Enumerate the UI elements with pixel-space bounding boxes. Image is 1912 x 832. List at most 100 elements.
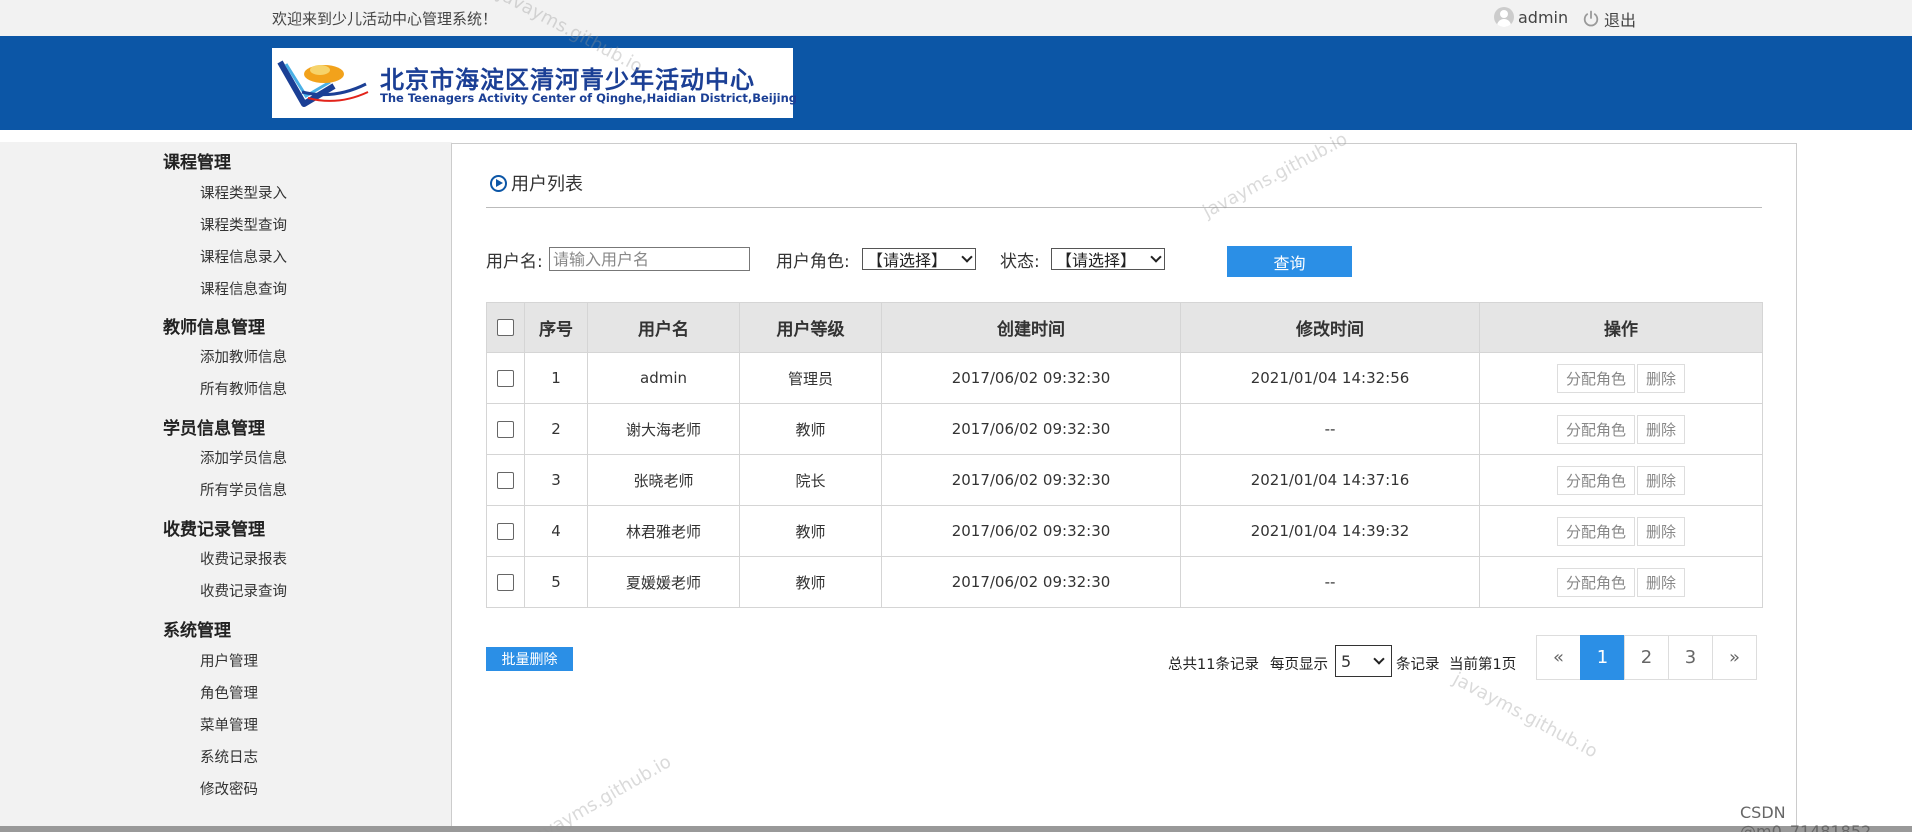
row-modified: -- (1180, 556, 1480, 608)
chevron-down-icon (961, 251, 973, 263)
row-no: 4 (524, 505, 588, 557)
page-button-1[interactable]: 1 (1580, 635, 1625, 680)
select-all-cell (486, 302, 525, 353)
records-suffix: 条记录 (1396, 657, 1440, 673)
row-checkbox[interactable] (497, 421, 514, 438)
table-row: 4 林君雅老师 教师 2017/06/02 09:32:30 2021/01/0… (486, 505, 1763, 557)
sidebar-item-menu-manage[interactable]: 菜单管理 (200, 714, 258, 735)
username-search-input[interactable] (549, 247, 750, 271)
row-actions: 分配角色 删除 (1479, 556, 1763, 608)
column-header-created: 创建时间 (881, 302, 1181, 353)
role-filter-label: 用户角色: (776, 252, 850, 272)
sidebar: 课程管理 课程类型录入 课程类型查询 课程信息录入 课程信息查询 教师信息管理 … (0, 142, 452, 826)
sidebar-item-course-info-add[interactable]: 课程信息录入 (200, 246, 287, 267)
row-created: 2017/06/02 09:32:30 (881, 556, 1181, 608)
row-modified: -- (1180, 403, 1480, 455)
row-checkbox[interactable] (497, 472, 514, 489)
role-select-value: 【请选择】 (867, 251, 948, 270)
row-select-cell (486, 403, 525, 455)
row-checkbox[interactable] (497, 370, 514, 387)
current-user[interactable]: admin (1494, 7, 1568, 27)
delete-button[interactable]: 删除 (1637, 465, 1686, 495)
title-divider (486, 207, 1762, 208)
logout-button[interactable]: 退出 (1582, 7, 1636, 31)
logo-text-cn: 北京市海淀区清河青少年活动中心 (380, 66, 755, 94)
sidebar-item-change-password[interactable]: 修改密码 (200, 778, 258, 799)
sidebar-item-user-manage[interactable]: 用户管理 (200, 650, 258, 671)
row-modified: 2021/01/04 14:32:56 (1180, 352, 1480, 404)
row-level: 院长 (739, 454, 882, 506)
row-modified: 2021/01/04 14:37:16 (1180, 454, 1480, 506)
row-created: 2017/06/02 09:32:30 (881, 403, 1181, 455)
sidebar-group-fee[interactable]: 收费记录管理 (163, 515, 265, 540)
page-button-3[interactable]: 3 (1668, 635, 1713, 680)
row-username: 夏媛媛老师 (587, 556, 740, 608)
row-level: 教师 (739, 505, 882, 557)
row-select-cell (486, 454, 525, 506)
sidebar-group-student[interactable]: 学员信息管理 (163, 414, 265, 439)
delete-button[interactable]: 删除 (1637, 567, 1686, 597)
row-modified: 2021/01/04 14:39:32 (1180, 505, 1480, 557)
page-title-text: 用户列表 (511, 174, 583, 195)
username-filter-label: 用户名: (486, 252, 543, 272)
page-title: 用户列表 (490, 170, 583, 196)
chevron-down-icon (1373, 653, 1385, 665)
sidebar-item-system-log[interactable]: 系统日志 (200, 746, 258, 767)
batch-delete-button[interactable]: 批量删除 (486, 647, 573, 671)
row-checkbox[interactable] (497, 523, 514, 540)
page-button-2[interactable]: 2 (1624, 635, 1669, 680)
logout-label: 退出 (1604, 11, 1637, 30)
sidebar-group-course[interactable]: 课程管理 (163, 148, 231, 173)
assign-role-button[interactable]: 分配角色 (1556, 363, 1635, 393)
select-all-checkbox[interactable] (497, 319, 514, 336)
column-header-modified: 修改时间 (1180, 302, 1480, 353)
row-level: 管理员 (739, 352, 882, 404)
row-no: 3 (524, 454, 588, 506)
delete-button[interactable]: 删除 (1637, 363, 1686, 393)
row-created: 2017/06/02 09:32:30 (881, 454, 1181, 506)
assign-role-button[interactable]: 分配角色 (1556, 516, 1635, 546)
assign-role-button[interactable]: 分配角色 (1556, 567, 1635, 597)
sidebar-item-course-info-query[interactable]: 课程信息查询 (200, 278, 287, 299)
sidebar-item-fee-query[interactable]: 收费记录查询 (200, 580, 287, 601)
assign-role-button[interactable]: 分配角色 (1556, 414, 1635, 444)
row-actions: 分配角色 删除 (1479, 403, 1763, 455)
row-checkbox[interactable] (497, 574, 514, 591)
per-page-label: 每页显示 (1270, 657, 1328, 673)
role-select[interactable]: 【请选择】 (862, 248, 976, 270)
prev-page-button[interactable]: « (1536, 635, 1581, 680)
column-header-actions: 操作 (1479, 302, 1763, 353)
per-page-select[interactable]: 5 (1335, 645, 1392, 677)
sidebar-item-fee-report[interactable]: 收费记录报表 (200, 548, 287, 569)
sidebar-item-student-add[interactable]: 添加学员信息 (200, 447, 287, 468)
sidebar-group-system[interactable]: 系统管理 (163, 616, 231, 641)
next-page-button[interactable]: » (1712, 635, 1757, 680)
row-select-cell (486, 505, 525, 557)
column-header-no: 序号 (524, 302, 588, 353)
sidebar-group-teacher[interactable]: 教师信息管理 (163, 313, 265, 338)
table-row: 2 谢大海老师 教师 2017/06/02 09:32:30 -- 分配角色 删除 (486, 403, 1763, 455)
sidebar-item-course-type-add[interactable]: 课程类型录入 (200, 182, 287, 203)
row-actions: 分配角色 删除 (1479, 454, 1763, 506)
sidebar-item-course-type-query[interactable]: 课程类型查询 (200, 214, 287, 235)
bottom-border (0, 826, 1912, 832)
logo-text-en: The Teenagers Activity Center of Qinghe,… (380, 91, 798, 105)
sidebar-item-teacher-all[interactable]: 所有教师信息 (200, 378, 287, 399)
sidebar-item-teacher-add[interactable]: 添加教师信息 (200, 346, 287, 367)
row-level: 教师 (739, 556, 882, 608)
sidebar-item-student-all[interactable]: 所有学员信息 (200, 479, 287, 500)
user-table: 序号 用户名 用户等级 创建时间 修改时间 操作 1 admin 管理员 201… (486, 302, 1763, 608)
query-button[interactable]: 查询 (1227, 246, 1352, 277)
status-select[interactable]: 【请选择】 (1051, 248, 1165, 270)
delete-button[interactable]: 删除 (1637, 414, 1686, 444)
username-label: admin (1518, 7, 1569, 27)
total-records-text: 总共11条记录 (1168, 657, 1259, 673)
chevron-down-icon (1150, 251, 1162, 263)
delete-button[interactable]: 删除 (1637, 516, 1686, 546)
row-username: 林君雅老师 (587, 505, 740, 557)
row-actions: 分配角色 删除 (1479, 352, 1763, 404)
sidebar-item-role-manage[interactable]: 角色管理 (200, 682, 258, 703)
row-no: 1 (524, 352, 588, 404)
assign-role-button[interactable]: 分配角色 (1556, 465, 1635, 495)
row-select-cell (486, 352, 525, 404)
